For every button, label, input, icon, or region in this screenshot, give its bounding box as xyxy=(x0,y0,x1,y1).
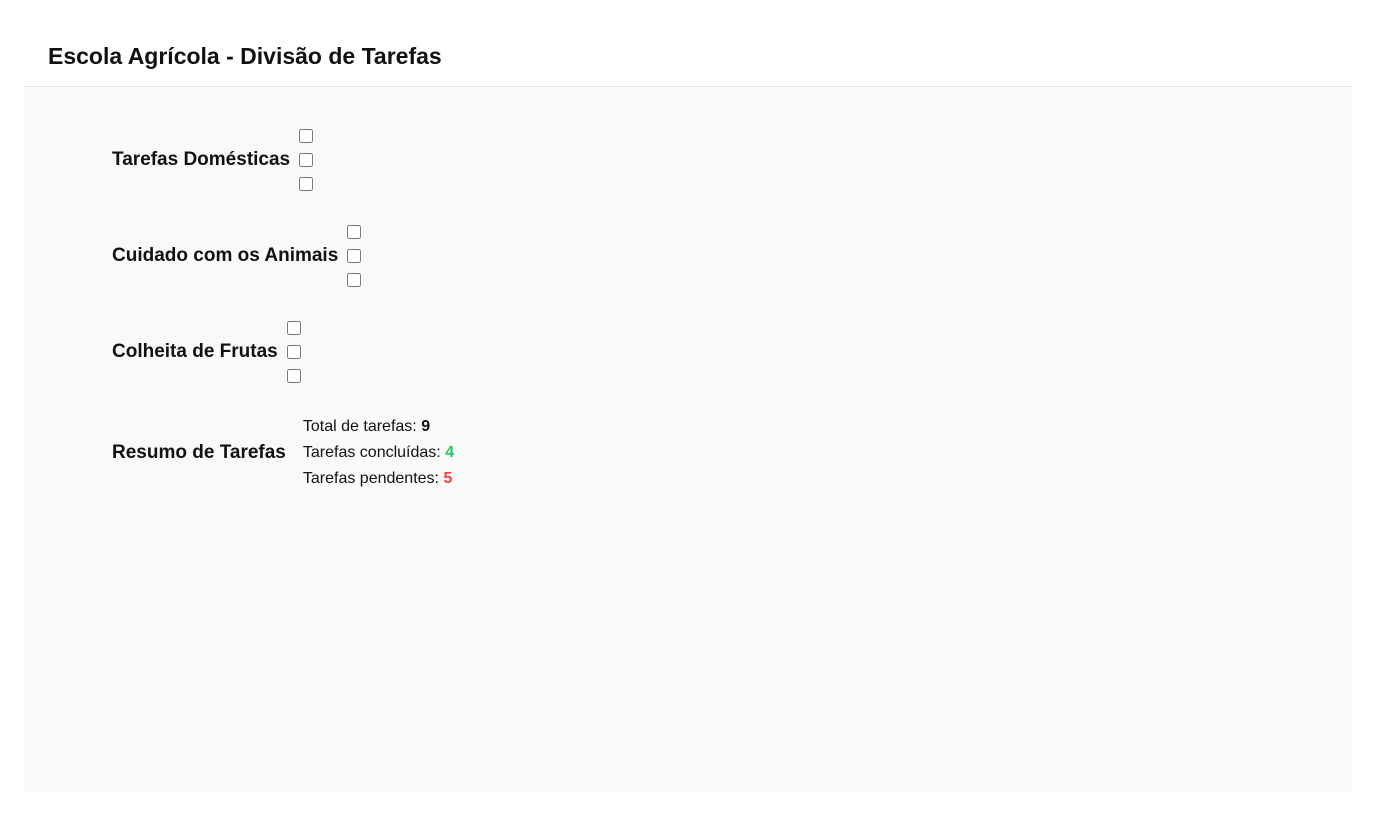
summary-list: Total de tarefas: 9 Tarefas concluídas: … xyxy=(303,411,454,495)
task-checkbox[interactable] xyxy=(347,273,362,287)
task-checkbox[interactable] xyxy=(347,249,362,263)
summary-total-value: 9 xyxy=(421,418,431,435)
checkbox-list xyxy=(347,220,362,292)
task-checkbox[interactable] xyxy=(299,153,314,167)
task-checkbox[interactable] xyxy=(286,369,301,383)
page-title: Escola Agrícola - Divisão de Tarefas xyxy=(48,43,442,69)
group-title: Colheita de Frutas xyxy=(112,341,278,362)
group-colheita-frutas: Colheita de Frutas xyxy=(112,316,301,388)
group-cuidado-animais: Cuidado com os Animais xyxy=(112,220,362,292)
summary-total-row: Total de tarefas: 9 xyxy=(303,417,454,437)
summary-done-label: Tarefas concluídas: xyxy=(302,444,441,461)
summary-pending-label: Tarefas pendentes: xyxy=(302,470,439,487)
summary-pending-value: 5 xyxy=(443,470,453,487)
summary-title: Resumo de Tarefas xyxy=(112,442,286,463)
task-checkbox[interactable] xyxy=(299,129,314,143)
summary-done-value: 4 xyxy=(445,444,455,461)
summary-done-row: Tarefas concluídas: 4 xyxy=(303,443,454,463)
checkbox-list xyxy=(299,124,314,196)
group-title: Tarefas Domésticas xyxy=(112,149,291,170)
task-checkbox[interactable] xyxy=(286,345,301,359)
task-checkbox[interactable] xyxy=(299,177,314,191)
task-checkbox[interactable] xyxy=(347,225,362,239)
task-checkbox[interactable] xyxy=(286,321,301,335)
app-header: Escola Agrícola - Divisão de Tarefas xyxy=(24,24,1352,87)
task-panel: Tarefas Domésticas Cuidado com os Animai… xyxy=(24,88,1352,792)
task-summary: Resumo de Tarefas Total de tarefas: 9 Ta… xyxy=(112,411,454,495)
group-tarefas-domesticas: Tarefas Domésticas xyxy=(112,124,314,196)
summary-pending-row: Tarefas pendentes: 5 xyxy=(303,469,454,489)
group-title: Cuidado com os Animais xyxy=(112,245,339,266)
summary-total-label: Total de tarefas: xyxy=(302,418,417,435)
checkbox-list xyxy=(286,316,301,388)
